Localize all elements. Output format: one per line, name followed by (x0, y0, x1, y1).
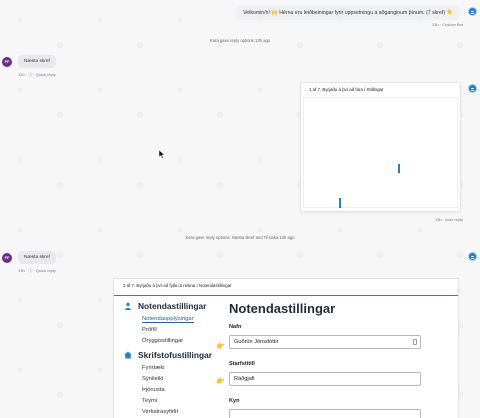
job-title-field-value: Ráðgjafi (234, 376, 255, 382)
contact-card-icon (413, 339, 417, 345)
pointing-hand-icon: 👉 (216, 378, 225, 385)
screenshot-marker (339, 198, 341, 208)
bot-avatar (468, 7, 477, 16)
settings-sidebar: Notendastillingar Notendaupplýsingar Pró… (124, 301, 224, 418)
gender-select[interactable] (229, 409, 421, 418)
person-icon (124, 302, 132, 310)
sidebar-section-title: Skrifstofustillingar (138, 350, 212, 360)
pointing-hand-icon: 👉 (216, 343, 225, 350)
user-reply-meta: 13h · ⓘ · Quick reply (18, 72, 56, 77)
user-avatar: FF (2, 253, 12, 263)
user-reply: Næsta skref (18, 55, 56, 68)
user-reply-meta: 13h · ⓘ · Quick reply (18, 268, 56, 273)
bot-message-text: Velkomin/n! 🙌 Hérna eru leiðbeiningar fy… (243, 10, 453, 16)
system-event: Kara gave reply options: Næsta skref and… (185, 235, 295, 240)
sidebar-section-office: Skrifstofustillingar (124, 350, 224, 360)
step-card-caption: 2 af 7. Byrjaðu á því að fylla út reitin… (123, 283, 232, 288)
user-reply-text: Næsta skref (24, 59, 50, 64)
user-reply-text: Næsta skref (24, 255, 50, 260)
bot-avatar (468, 84, 477, 93)
step-card-2: 2 af 7. Byrjaðu á því að fylla út reitin… (113, 278, 459, 418)
system-event: Kara gave reply options 13h ago (209, 38, 271, 43)
sidebar-section-user: Notendastillingar (124, 301, 224, 311)
bot-message: Velkomin/n! 🙌 Hérna eru leiðbeiningar fy… (236, 6, 460, 20)
step-card-screenshot (303, 97, 458, 208)
step-card-1: 1 af 7. Byrjaðu á því að fara í Stilling… (300, 82, 461, 212)
gender-label: Kyn (229, 398, 240, 404)
bot-avatar (468, 252, 477, 261)
user-avatar: FF (2, 57, 12, 67)
step-card-meta: 13h · Auto reply (434, 217, 463, 222)
settings-form: Notendastillingar Nafn Guðrún Jónsdóttir… (229, 301, 429, 418)
name-field-value: Guðrún Jónsdóttir (234, 339, 279, 345)
job-title-field[interactable]: Ráðgjafi (229, 372, 421, 386)
page-title: Notendastillingar (229, 301, 336, 316)
sidebar-item-team[interactable]: Teymi (124, 396, 224, 407)
sidebar-item-company[interactable]: Fyrirtæki (124, 363, 224, 374)
sidebar-item-user-info[interactable]: Notendaupplýsingar (124, 314, 224, 325)
sidebar-section-title: Notendastillingar (138, 301, 207, 311)
sidebar-item-profile[interactable]: Prófíll (124, 325, 224, 336)
bot-message-meta: 13h · Custom Bot (431, 22, 463, 27)
sidebar-item-overview[interactable]: Verkstrasyfirlit (124, 407, 224, 418)
user-reply: Næsta skref (18, 251, 56, 264)
cursor-icon (159, 150, 165, 159)
name-label: Nafn (229, 324, 242, 330)
sidebar-item-visibility[interactable]: Sýnileiki (124, 374, 224, 385)
screenshot-marker (398, 164, 400, 173)
sidebar-item-security[interactable]: Öryggisstillingar (124, 336, 224, 347)
name-field[interactable]: Guðrún Jónsdóttir (229, 335, 421, 349)
step-card-caption: 1 af 7. Byrjaðu á því að fara í Stilling… (309, 87, 384, 92)
card-divider (114, 295, 458, 296)
sidebar-item-service[interactable]: Þjónusta (124, 385, 224, 396)
home-icon (124, 351, 132, 359)
job-title-label: Starfstitill (229, 361, 255, 367)
